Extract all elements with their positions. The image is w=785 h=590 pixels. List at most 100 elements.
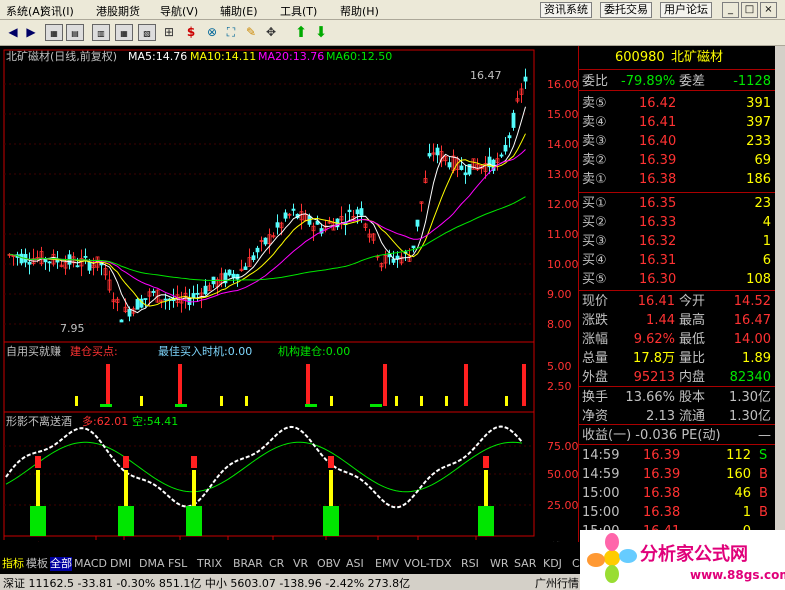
tab-cr[interactable]: CR xyxy=(269,557,284,571)
close-button[interactable]: × xyxy=(760,2,777,18)
tab-wr[interactable]: WR xyxy=(490,557,509,571)
tab-emv[interactable]: EMV xyxy=(375,557,399,571)
tab-rsi[interactable]: RSI xyxy=(461,557,479,571)
candle xyxy=(391,258,396,263)
bsi-chart-icon[interactable]: ▦ xyxy=(115,24,133,41)
candle xyxy=(503,144,508,152)
ind2-tick: 50.00 xyxy=(547,468,578,481)
tick-time: 14:59 xyxy=(582,448,620,463)
stat-label: 最高 xyxy=(679,313,706,328)
candle xyxy=(355,209,360,215)
date-label: 9 xyxy=(127,541,134,542)
menu-info[interactable]: 资讯(I) xyxy=(40,3,74,19)
arrow-down-icon[interactable]: ⬇ xyxy=(312,24,330,41)
bid-volume: 4 xyxy=(762,215,771,230)
ask-label: 卖④ xyxy=(582,115,607,130)
ind2-tick: 25.00 xyxy=(547,499,578,512)
money-icon[interactable]: $ xyxy=(182,24,200,41)
income-dash: — xyxy=(758,428,771,443)
stat-label: 内盘 xyxy=(679,370,706,385)
flower-logo-icon xyxy=(587,533,637,583)
menu-help[interactable]: 帮助(H) xyxy=(340,3,379,19)
maximize-button[interactable]: □ xyxy=(741,2,758,18)
volume-block xyxy=(478,506,494,536)
eti-chart-icon[interactable]: ▧ xyxy=(138,24,156,41)
bsi-icon[interactable]: ▦ xyxy=(45,24,63,41)
menu-system[interactable]: 系统(A) xyxy=(6,3,44,19)
info-system-button[interactable]: 资讯系统 xyxy=(540,2,592,18)
cursor-icon[interactable]: ✥ xyxy=(262,24,280,41)
candle xyxy=(415,219,420,227)
high-marker: 16.47 xyxy=(470,69,502,82)
indicator1-b: 最佳买入时机:0.00 xyxy=(158,344,252,358)
tab-模板[interactable]: 模板 xyxy=(26,557,48,571)
signal-tick xyxy=(395,396,398,406)
menu-navigate[interactable]: 导航(V) xyxy=(160,3,198,19)
buy-signal-bar xyxy=(464,364,468,406)
price-tick: 9.00 xyxy=(547,288,572,301)
arrow-right-icon[interactable]: ▶ xyxy=(22,24,40,41)
tab-kdj[interactable]: KDJ xyxy=(543,557,562,571)
tech-icon[interactable]: ⊞ xyxy=(160,24,178,41)
stock-code: 600980 xyxy=(615,50,665,65)
red-marker xyxy=(123,456,129,468)
vertical-scrollbar[interactable] xyxy=(775,46,785,542)
candle xyxy=(255,247,260,253)
chart-pane[interactable]: 16.00 15.00 14.00 13.00 12.00 11.00 10.00 9.00 8… xyxy=(0,46,579,554)
forum-button[interactable]: 用户论坛 xyxy=(660,2,712,18)
expand-icon[interactable]: ⛶ xyxy=(222,24,240,41)
quote-divider xyxy=(579,424,776,425)
menu-assist[interactable]: 辅助(E) xyxy=(220,3,258,19)
tab-macd[interactable]: MACD xyxy=(74,557,107,571)
kline-chart[interactable]: 16.0015.0014.0013.0012.0011.0010.009.008… xyxy=(0,46,579,554)
menu-tools[interactable]: 工具(T) xyxy=(280,3,317,19)
trade-button[interactable]: 委托交易 xyxy=(600,2,652,18)
tab-sar[interactable]: SAR xyxy=(514,557,536,571)
minimize-button[interactable]: _ xyxy=(722,2,739,18)
ma60-label: MA60:12.50 xyxy=(326,50,392,63)
signal-tick xyxy=(445,396,448,406)
pencil-icon[interactable]: ✎ xyxy=(242,24,260,41)
candle xyxy=(291,208,296,211)
menu-hk-futures[interactable]: 港股期货 xyxy=(96,3,140,19)
ask-label: 卖⑤ xyxy=(582,96,607,111)
low-marker: 7.95 xyxy=(60,322,85,335)
tab-obv[interactable]: OBV xyxy=(317,557,340,571)
arrow-left-icon[interactable]: ◀ xyxy=(4,24,22,41)
tick-volume: 160 xyxy=(726,467,751,482)
tab-dmi[interactable]: DMI xyxy=(110,557,131,571)
bid-volume: 108 xyxy=(746,272,771,287)
candle xyxy=(235,274,240,280)
institution-mark xyxy=(305,404,317,407)
stat-value: 1.30亿 xyxy=(729,390,771,405)
ma20-label: MA20:13.76 xyxy=(258,50,324,63)
tab-全部[interactable]: 全部 xyxy=(50,557,72,571)
period-label: 日线 xyxy=(540,540,562,542)
candle xyxy=(459,165,464,170)
candle xyxy=(83,255,88,258)
ask-label: 卖③ xyxy=(582,134,607,149)
tab-trix[interactable]: TRIX xyxy=(197,557,222,571)
tab-vol-tdx[interactable]: VOL-TDX xyxy=(404,557,452,571)
arrow-up-icon[interactable]: ⬆ xyxy=(292,24,310,41)
tab-dma[interactable]: DMA xyxy=(139,557,165,571)
eti-icon[interactable]: ▤ xyxy=(66,24,84,41)
tab-fsl[interactable]: FSL xyxy=(168,557,187,571)
chart-icon[interactable]: ▥ xyxy=(92,24,110,41)
tab-指标[interactable]: 指标 xyxy=(2,557,24,571)
ask-price: 16.41 xyxy=(639,115,677,130)
signal-tick xyxy=(75,396,78,406)
institution-mark xyxy=(175,404,187,407)
logo-title: 分析家公式网 xyxy=(640,544,748,565)
stat-label: 今开 xyxy=(679,294,706,309)
candle xyxy=(227,269,232,276)
tab-asi[interactable]: ASI xyxy=(346,557,364,571)
tab-brar[interactable]: BRAR xyxy=(233,557,263,571)
tick-side: B xyxy=(759,467,768,482)
yellow-bar xyxy=(36,470,40,506)
candle-series xyxy=(7,68,528,323)
tick-price: 16.38 xyxy=(643,505,681,520)
link-icon[interactable]: ⊗ xyxy=(203,24,221,41)
tab-vr[interactable]: VR xyxy=(293,557,308,571)
indicator2-lines xyxy=(5,425,523,536)
